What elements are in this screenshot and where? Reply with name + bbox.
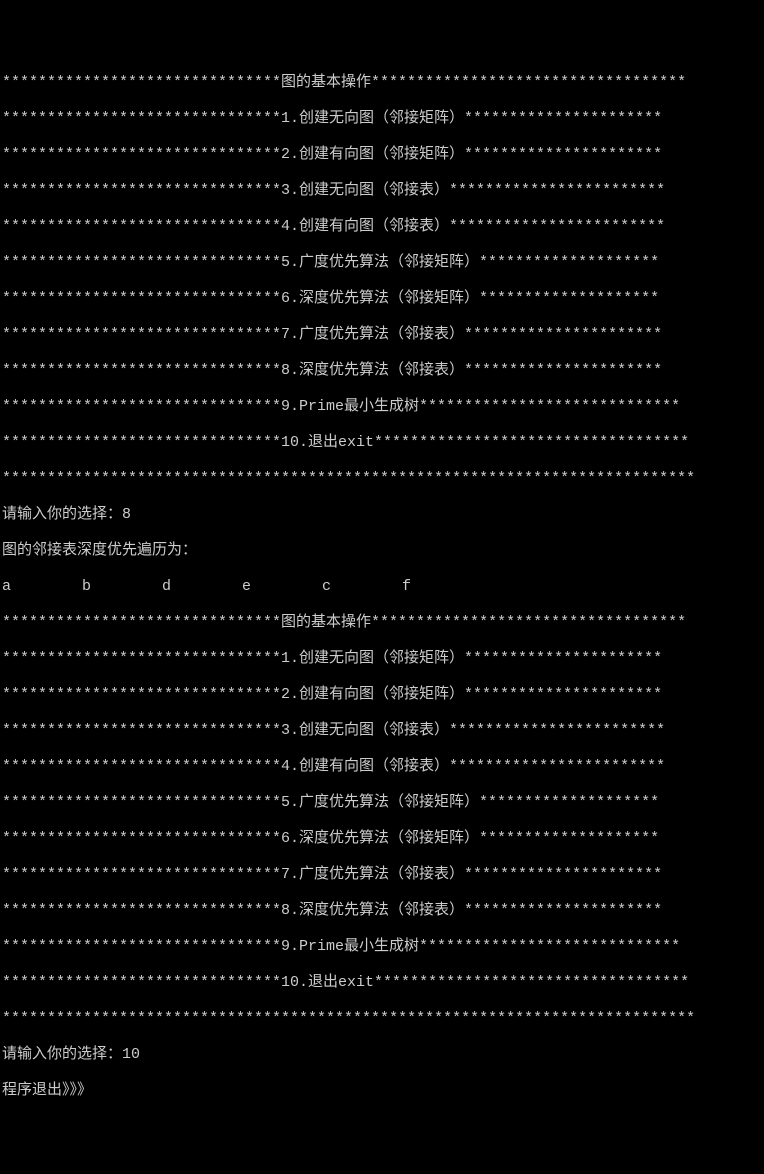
menu-item-6: *******************************6.深度优先算法（… bbox=[2, 290, 762, 308]
user-input-2[interactable]: 10 bbox=[122, 1046, 140, 1063]
node-c: c bbox=[322, 578, 402, 596]
menu-item-10: *******************************10.退出exit… bbox=[2, 434, 762, 452]
prompt-1: 请输入你的选择：8 bbox=[2, 506, 762, 524]
node-a: a bbox=[2, 578, 82, 596]
node-f: f bbox=[402, 578, 482, 596]
menu-item-1: *******************************1.创建无向图（邻… bbox=[2, 110, 762, 128]
menu-title-2: *******************************图的基本操作***… bbox=[2, 614, 762, 632]
menu-item-9b: *******************************9.Prime最小… bbox=[2, 938, 762, 956]
menu-item-8b: *******************************8.深度优先算法（… bbox=[2, 902, 762, 920]
menu-item-2b: *******************************2.创建有向图（邻… bbox=[2, 686, 762, 704]
menu-border: ****************************************… bbox=[2, 470, 762, 488]
menu-item-8: *******************************8.深度优先算法（… bbox=[2, 362, 762, 380]
node-e: e bbox=[242, 578, 322, 596]
menu-item-9: *******************************9.Prime最小… bbox=[2, 398, 762, 416]
menu-item-5: *******************************5.广度优先算法（… bbox=[2, 254, 762, 272]
menu-item-7: *******************************7.广度优先算法（… bbox=[2, 326, 762, 344]
traversal-label: 图的邻接表深度优先遍历为： bbox=[2, 542, 762, 560]
menu-item-2: *******************************2.创建有向图（邻… bbox=[2, 146, 762, 164]
menu-item-7b: *******************************7.广度优先算法（… bbox=[2, 866, 762, 884]
menu-item-4: *******************************4.创建有向图（邻… bbox=[2, 218, 762, 236]
menu-item-1b: *******************************1.创建无向图（邻… bbox=[2, 650, 762, 668]
node-d: d bbox=[162, 578, 242, 596]
input-label: 请输入你的选择： bbox=[2, 506, 122, 523]
user-input-1[interactable]: 8 bbox=[122, 506, 131, 523]
traversal-result: abdecf bbox=[2, 578, 762, 596]
exit-message: 程序退出》》》 bbox=[2, 1082, 762, 1100]
menu-item-4b: *******************************4.创建有向图（邻… bbox=[2, 758, 762, 776]
node-b: b bbox=[82, 578, 162, 596]
menu-item-6b: *******************************6.深度优先算法（… bbox=[2, 830, 762, 848]
menu-border-2: ****************************************… bbox=[2, 1010, 762, 1028]
menu-title: *******************************图的基本操作***… bbox=[2, 74, 762, 92]
prompt-2: 请输入你的选择：10 bbox=[2, 1046, 762, 1064]
input-label-2: 请输入你的选择： bbox=[2, 1046, 122, 1063]
menu-item-3b: *******************************3.创建无向图（邻… bbox=[2, 722, 762, 740]
menu-item-5b: *******************************5.广度优先算法（… bbox=[2, 794, 762, 812]
menu-item-3: *******************************3.创建无向图（邻… bbox=[2, 182, 762, 200]
menu-item-10b: *******************************10.退出exit… bbox=[2, 974, 762, 992]
